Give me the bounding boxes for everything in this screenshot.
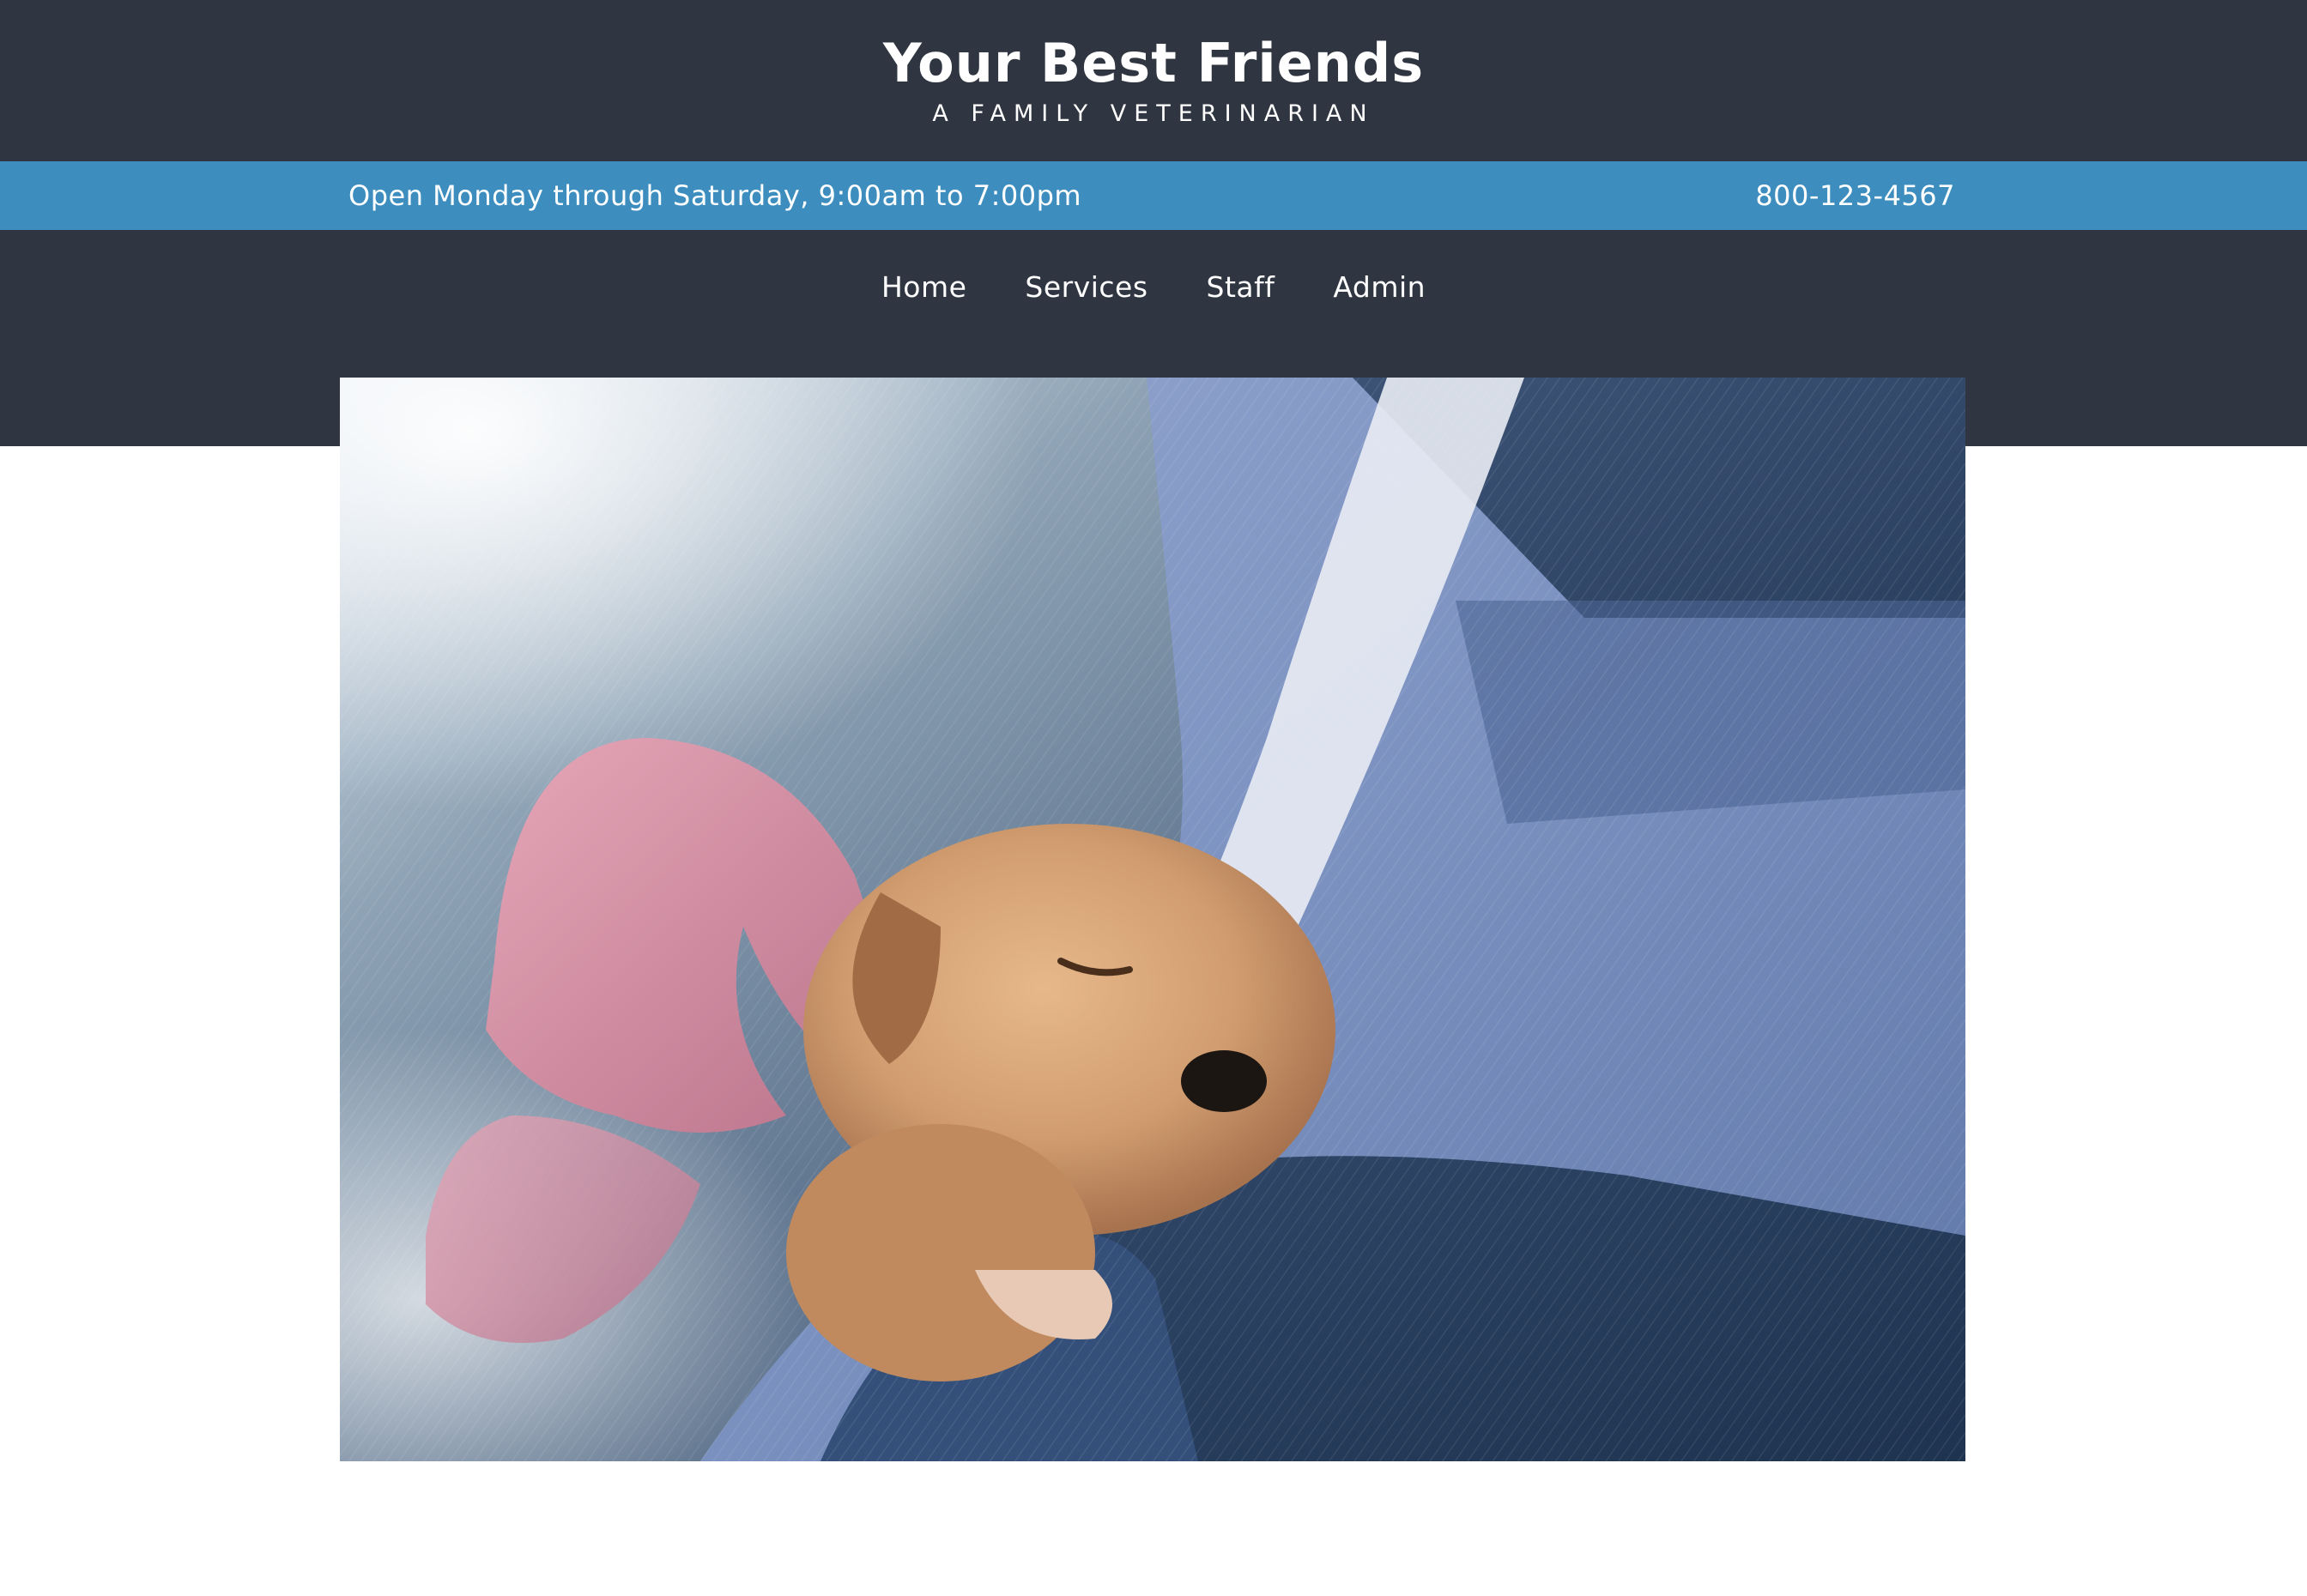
site-header: Your Best Friends A FAMILY VETERINARIAN [0,0,2307,161]
hero-photo-illustration [340,378,1965,1461]
site-tagline: A FAMILY VETERINARIAN [932,100,1375,127]
info-bar: Open Monday through Saturday, 9:00am to … [0,161,2307,230]
main-nav: Home Services Staff Admin [0,268,2307,307]
opening-hours: Open Monday through Saturday, 9:00am to … [348,179,1082,212]
nav-home[interactable]: Home [880,268,968,307]
hero-image [340,378,1965,1461]
phone-number[interactable]: 800-123-4567 [1755,161,1955,230]
nav-staff[interactable]: Staff [1205,268,1277,307]
nav-services[interactable]: Services [1023,268,1149,307]
site-title[interactable]: Your Best Friends [0,29,2307,98]
nav-admin[interactable]: Admin [1331,268,1427,307]
